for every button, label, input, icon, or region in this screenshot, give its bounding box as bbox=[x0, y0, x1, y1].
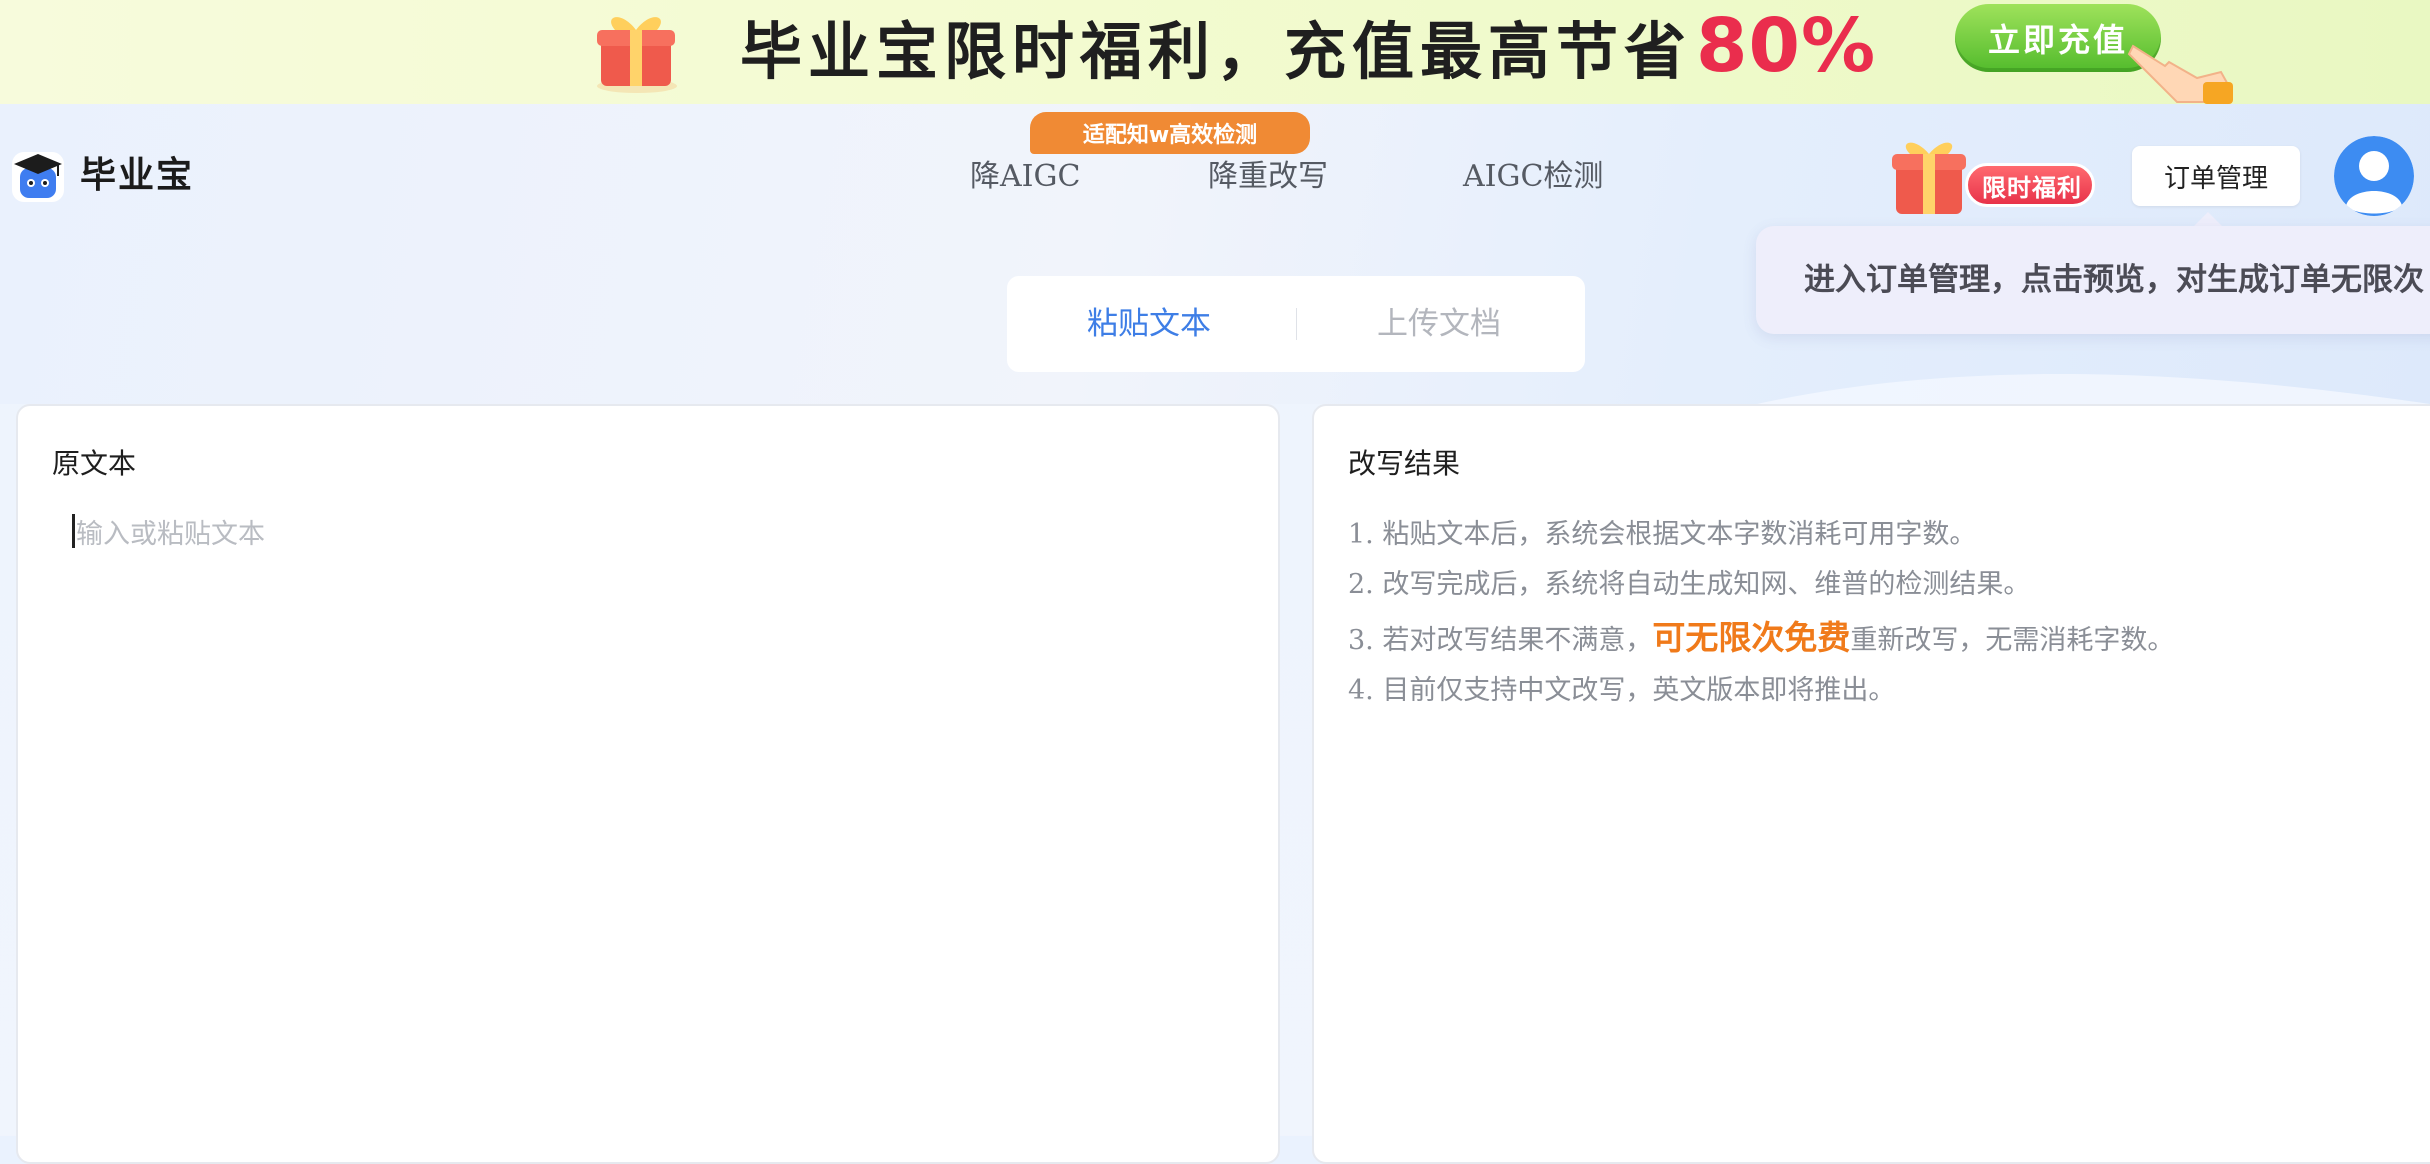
original-text-input[interactable] bbox=[72, 506, 1222, 1106]
input-placeholder: 输入或粘贴文本 bbox=[76, 519, 265, 550]
tip-highlight: 可无限次免费 bbox=[1652, 618, 1851, 657]
nav-item-reduce-aigc[interactable]: 降AIGC bbox=[970, 155, 1080, 199]
nav-item-rewrite[interactable]: 降重改写 bbox=[1208, 155, 1328, 199]
tab-upload-document[interactable]: 上传文档 bbox=[1377, 276, 1501, 372]
tip-text: 3. 若对改写结果不满意， bbox=[1348, 625, 1653, 656]
tooltip-arrow bbox=[2194, 212, 2222, 226]
pointing-hand-icon bbox=[2127, 44, 2233, 104]
panel-title-result: 改写结果 bbox=[1348, 447, 1461, 480]
original-text-panel: 原文本 输入或粘贴文本 bbox=[16, 404, 1280, 1164]
tip-item: 3. 若对改写结果不满意，可无限次免费重新改写，无需消耗字数。 bbox=[1348, 610, 2174, 666]
tab-paste-text[interactable]: 粘贴文本 bbox=[1087, 276, 1211, 372]
tip-item: 4. 目前仅支持中文改写，英文版本即将推出。 bbox=[1348, 675, 1896, 706]
rewrite-result-panel: 改写结果 1. 粘贴文本后，系统会根据文本字数消耗可用字数。 2. 改写完成后，… bbox=[1312, 404, 2430, 1164]
tip-item: 2. 改写完成后，系统将自动生成知网、维普的检测结果。 bbox=[1348, 569, 2031, 600]
gift-box-icon bbox=[597, 17, 677, 93]
user-avatar-icon[interactable] bbox=[2334, 136, 2414, 216]
text-caret bbox=[72, 514, 75, 548]
limited-offer-label[interactable]: 限时福利 bbox=[1965, 163, 2095, 207]
tab-divider bbox=[1296, 308, 1297, 340]
promo-title: 毕业宝限时福利，充值最高节省 80% bbox=[740, 3, 1877, 89]
order-management-button[interactable]: 订单管理 bbox=[2132, 146, 2300, 206]
promo-percent: 80% bbox=[1696, 3, 1877, 89]
logo-icon[interactable] bbox=[10, 148, 66, 204]
promo-title-text: 毕业宝限时福利，充值最高节省 bbox=[740, 15, 1693, 88]
order-tooltip: 进入订单管理，点击预览，对生成订单无限次 bbox=[1756, 226, 2430, 334]
tips-list: 1. 粘贴文本后，系统会根据文本字数消耗可用字数。 2. 改写完成后，系统将自动… bbox=[1348, 510, 2174, 716]
nav-badge: 适配知w高效检测 bbox=[1030, 112, 1310, 154]
nav-item-aigc-detect[interactable]: AIGC检测 bbox=[1463, 155, 1603, 199]
tip-text: 重新改写，无需消耗字数。 bbox=[1850, 625, 2175, 656]
tip-item: 1. 粘贴文本后，系统会根据文本字数消耗可用字数。 bbox=[1348, 519, 1977, 550]
promo-banner[interactable]: 毕业宝限时福利，充值最高节省 80% 立即充值 bbox=[0, 0, 2430, 104]
panel-title-original: 原文本 bbox=[52, 447, 137, 480]
input-mode-tabs: 粘贴文本 上传文档 bbox=[1007, 276, 1585, 372]
brand-name[interactable]: 毕业宝 bbox=[80, 148, 194, 204]
